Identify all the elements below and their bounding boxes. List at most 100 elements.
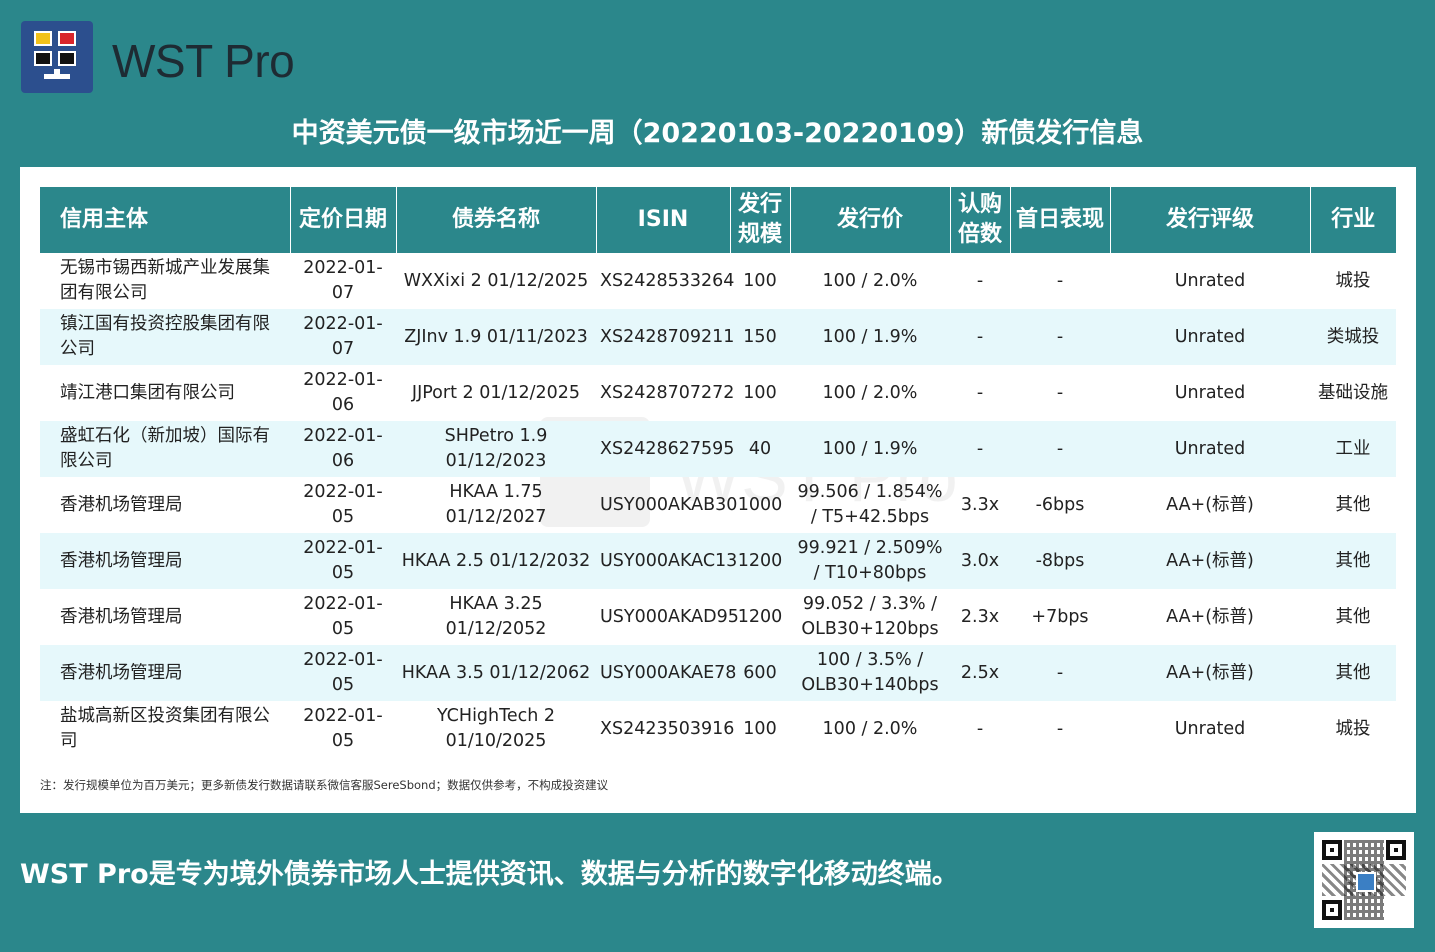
cell-issuer: 香港机场管理局 <box>60 494 183 515</box>
cell-size: 100 <box>743 382 777 403</box>
cell-perf: -6bps <box>1035 494 1085 515</box>
cell-rating: Unrated <box>1174 718 1246 739</box>
table-panel: WST Pro 信用主体 定价日期 债券名称 ISIN 发行 规模 发行价 认购 倍数 首日表… <box>20 167 1416 813</box>
cell-size: 100 <box>743 270 777 291</box>
column-header: 信用主体 <box>40 187 290 253</box>
cell-issuer: 香港机场管理局 <box>40 645 290 701</box>
cell-perf: - <box>1010 645 1110 701</box>
cell-industry: 其他 <box>1310 645 1396 701</box>
column-header: 发行 规模 <box>729 187 790 253</box>
cell-price: 99.506 / 1.854% / T5+42.5bps <box>797 482 943 527</box>
cell-isin: XS2428533264 <box>600 270 735 291</box>
cell-industry: 工业 <box>1310 421 1396 477</box>
cell-perf: +7bps <box>1031 606 1089 627</box>
cell-rating: Unrated <box>1110 309 1310 365</box>
cell-size: 1200 <box>737 606 783 627</box>
column-header: ISIN <box>595 187 730 253</box>
table-row: 无锡市锡西新城产业发展集团有限公司 2022-01-07 WXXixi 2 01/1… <box>40 253 1396 309</box>
cell-isin: USY000AKAE78 <box>596 645 736 701</box>
cell-date: 2022-01-07 <box>290 309 396 365</box>
table-row: 香港机场管理局 2022-01-05 HKAA 2.5 01/12/2032 USY0… <box>40 533 1396 589</box>
cell-industry: 城投 <box>1335 270 1371 291</box>
cell-isin: XS2428709211 <box>596 309 734 365</box>
cell-rating: AA+(标普) <box>1110 533 1310 589</box>
cell-date: 2022-01-07 <box>303 258 383 303</box>
logo <box>21 21 93 93</box>
cell-cover: - <box>976 382 984 403</box>
cell-size: 1000 <box>737 494 783 515</box>
column-header: 定价日期 <box>289 187 396 253</box>
column-header: 发行评级 <box>1109 187 1310 253</box>
cell-price: 99.052 / 3.3% / OLB30+120bps <box>801 594 939 639</box>
cell-name: SHPetro 1.9 01/12/2023 <box>396 421 596 477</box>
cell-name: HKAA 3.25 01/12/2052 <box>445 594 547 639</box>
cell-issuer: 香港机场管理局 <box>40 533 290 589</box>
cell-isin: USY000AKAC13 <box>596 533 737 589</box>
cell-name: HKAA 2.5 01/12/2032 <box>396 533 596 589</box>
cell-isin: USY000AKAD95 <box>600 606 739 627</box>
cell-name: JJPort 2 01/12/2025 <box>411 382 581 403</box>
cell-size: 40 <box>730 421 790 477</box>
cell-price: 100 / 2.0% <box>822 270 918 291</box>
cell-rating: Unrated <box>1174 270 1246 291</box>
cell-name: WXXixi 2 01/12/2025 <box>403 270 589 291</box>
cell-name: YCHighTech 2 01/10/2025 <box>436 706 556 751</box>
brand-name: WST Pro <box>112 35 295 87</box>
page-title: 中资美元债一级市场近一周（20220103-20220109）新债发行信息 <box>291 118 1144 149</box>
cell-name: HKAA 3.5 01/12/2062 <box>396 645 596 701</box>
table-header-row: 信用主体 定价日期 债券名称 ISIN 发行 规模 发行价 认购 倍数 首日表现 发行评级 行业 <box>40 187 1396 253</box>
cell-issuer: 无锡市锡西新城产业发展集团有限公司 <box>60 258 270 303</box>
cell-issuer: 盐城高新区投资集团有限公司 <box>60 706 270 751</box>
cell-cover: 2.5x <box>950 645 1010 701</box>
cell-size: 1200 <box>730 533 790 589</box>
table-row: 香港机场管理局 2022-01-05 HKAA 3.25 01/12/2052 USY… <box>40 589 1396 645</box>
cell-perf: - <box>1056 382 1064 403</box>
cell-date: 2022-01-05 <box>303 594 383 639</box>
cell-perf: - <box>1056 270 1064 291</box>
cell-cover: - <box>950 309 1010 365</box>
cell-date: 2022-01-06 <box>303 370 383 415</box>
cell-isin: XS2428707272 <box>600 382 735 403</box>
cell-date: 2022-01-05 <box>303 706 383 751</box>
cell-industry: 类城投 <box>1310 309 1396 365</box>
cell-rating: AA+(标普) <box>1110 645 1310 701</box>
cell-issuer: 镇江国有投资控股集团有限公司 <box>40 309 290 365</box>
qr-code-icon <box>1314 832 1414 928</box>
cell-industry: 城投 <box>1335 718 1371 739</box>
cell-perf: - <box>1010 309 1110 365</box>
column-header: 行业 <box>1309 187 1396 253</box>
footer-slogan: WST Pro是专为境外债券市场人士提供资讯、数据与分析的数字化移动终端。 <box>20 859 959 890</box>
cell-price: 100 / 1.9% <box>790 309 950 365</box>
cell-isin: USY000AKAB30 <box>600 494 738 515</box>
cell-name: HKAA 1.75 01/12/2027 <box>445 482 547 527</box>
table-row: 盐城高新区投资集团有限公司 2022-01-05 YCHighTech 2 01/1… <box>40 701 1396 757</box>
cell-industry: 其他 <box>1335 494 1371 515</box>
cell-perf: - <box>1056 718 1064 739</box>
column-header: 首日表现 <box>1009 187 1110 253</box>
cell-cover: - <box>976 718 984 739</box>
cell-size: 600 <box>730 645 790 701</box>
cell-date: 2022-01-05 <box>290 533 396 589</box>
cell-cover: 3.3x <box>960 494 1000 515</box>
table-row: 盛虹石化（新加坡）国际有限公司 2022-01-06 SHPetro 1.9 01/… <box>40 421 1396 477</box>
column-header: 发行价 <box>789 187 950 253</box>
cell-issuer: 盛虹石化（新加坡）国际有限公司 <box>40 421 290 477</box>
column-header: 认购 倍数 <box>949 187 1010 253</box>
cell-cover: 2.3x <box>960 606 1000 627</box>
cell-perf: -8bps <box>1010 533 1110 589</box>
cell-price: 99.921 / 2.509% / T10+80bps <box>790 533 950 589</box>
table-row: 香港机场管理局 2022-01-05 HKAA 3.5 01/12/2062 USY0… <box>40 645 1396 701</box>
footnote: 注：发行规模单位为百万美元；更多新债发行数据请联系微信客服SereSbond；数… <box>40 778 609 792</box>
cell-price: 100 / 1.9% <box>790 421 950 477</box>
cell-isin: XS2428627595 <box>596 421 734 477</box>
cell-industry: 其他 <box>1310 533 1396 589</box>
cell-issuer: 香港机场管理局 <box>60 606 183 627</box>
table-row: 镇江国有投资控股集团有限公司 2022-01-07 ZJInv 1.9 01/11/… <box>40 309 1396 365</box>
cell-name: ZJInv 1.9 01/11/2023 <box>396 309 596 365</box>
cell-date: 2022-01-05 <box>303 482 383 527</box>
cell-industry: 基础设施 <box>1318 382 1388 403</box>
cell-rating: AA+(标普) <box>1166 494 1254 515</box>
cell-rating: Unrated <box>1174 382 1246 403</box>
cell-price: 100 / 2.0% <box>822 718 918 739</box>
cell-price: 100 / 2.0% <box>822 382 918 403</box>
